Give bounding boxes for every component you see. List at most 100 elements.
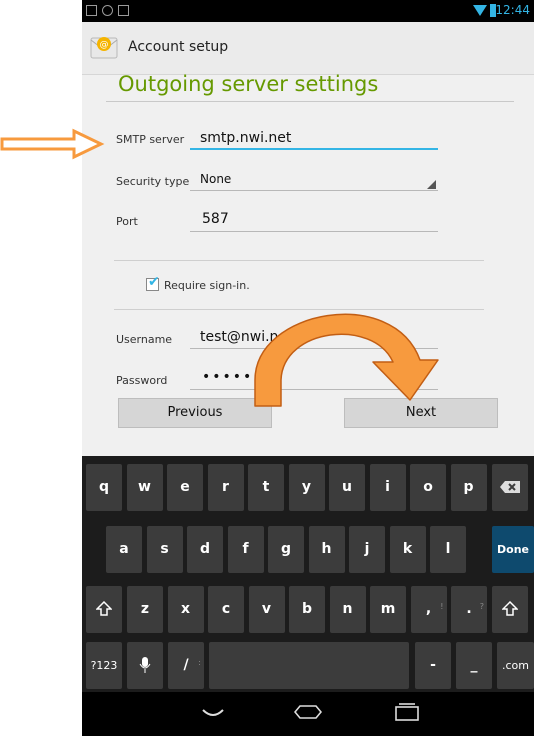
next-button[interactable]: Next [344,398,498,428]
key-alt-label: ! [440,602,444,611]
letter-key[interactable]: .? [451,586,487,633]
letter-key[interactable]: i [369,464,406,511]
page-title: Outgoing server settings [118,72,379,96]
letter-key[interactable]: n [329,586,366,633]
letter-key[interactable]: o [410,464,446,511]
shift-icon [95,600,113,616]
home-icon[interactable] [294,704,322,720]
letter-key[interactable]: h [308,526,345,573]
key-label: d [199,541,211,557]
dash-key[interactable]: - [415,642,451,689]
key-label: , [425,601,432,617]
password-underline [190,389,438,390]
voice-input-key[interactable] [127,642,163,689]
password-label: Password [116,374,168,387]
key-label: n [342,601,353,617]
letter-key[interactable]: e [167,464,203,511]
key-label: m [380,601,396,617]
key-label: g [280,541,292,557]
letter-key[interactable]: q [86,464,122,511]
username-input[interactable]: test@nwi.n [200,329,278,345]
security-type-spinner[interactable]: None [200,172,231,186]
letter-key[interactable]: y [288,464,325,511]
svg-text:@: @ [100,40,109,50]
letter-key[interactable]: a [106,526,142,573]
letter-key[interactable]: b [289,586,325,633]
key-label: f [242,541,249,557]
shift-icon [501,600,519,616]
shift-key-right[interactable] [492,586,528,633]
letter-key[interactable]: g [268,526,304,573]
section-divider [114,309,484,310]
key-label: u [342,479,352,495]
picture-notification-icon [86,5,97,16]
key-alt-label: ? [479,602,484,611]
letter-key[interactable]: l [430,526,466,573]
checkmark-icon: ✔ [148,274,160,290]
port-input[interactable]: 587 [202,211,229,227]
slash-alt-label: : [198,658,201,667]
mic-icon [139,657,151,673]
key-label: w [138,479,151,495]
key-label: s [160,541,169,557]
key-label: v [261,601,272,617]
letter-key[interactable]: z [127,586,163,633]
letter-key[interactable]: w [126,464,163,511]
key-label: p [463,479,474,495]
smtp-server-input[interactable]: smtp.nwi.net [200,130,291,146]
letter-key[interactable]: v [248,586,285,633]
key-label: e [180,479,190,495]
letter-key[interactable]: x [167,586,204,633]
require-signin-checkbox[interactable]: ✔ [146,274,160,291]
letter-key[interactable]: ,! [410,586,447,633]
smtp-server-label: SMTP server [116,133,185,146]
key-label: t [262,479,270,495]
security-type-underline [190,190,438,191]
key-label: q [98,479,110,495]
letter-key[interactable]: f [227,526,264,573]
slash-key-label: / [183,657,189,673]
username-label: Username [116,333,173,346]
letter-key[interactable]: p [450,464,487,511]
key-label: y [301,479,312,495]
letter-key[interactable]: k [389,526,426,573]
key-label: l [445,541,451,557]
letter-key[interactable]: r [207,464,244,511]
backspace-key[interactable] [492,464,528,511]
underscore-key[interactable]: _ [456,642,492,689]
tablet-screen: 12:44 @ Account setup Outgoing server se… [82,0,534,736]
smtp-server-underline [190,148,438,150]
letter-key[interactable]: d [187,526,223,573]
previous-button[interactable]: Previous [118,398,272,428]
letter-key[interactable]: u [329,464,365,511]
action-bar-title: Account setup [128,39,229,55]
security-type-label: Security type [116,175,190,188]
letter-key[interactable]: c [208,586,244,633]
space-key[interactable] [209,642,409,689]
key-label: o [423,479,433,495]
key-label: x [180,601,191,617]
email-app-icon[interactable]: @ [90,35,118,59]
recent-apps-icon[interactable] [394,702,420,722]
shift-key-left[interactable] [86,586,122,633]
letter-key[interactable]: j [349,526,385,573]
password-input[interactable]: ••••••• [202,369,274,385]
key-label: . [466,601,472,617]
letter-key[interactable]: m [370,586,406,633]
key-label: z [140,601,150,617]
port-underline [190,231,438,232]
done-key[interactable]: Done [492,526,534,573]
letter-key[interactable]: t [248,464,284,511]
back-icon[interactable] [202,708,224,718]
status-time: 12:44 [495,3,530,17]
section-divider [114,260,484,261]
status-bar: 12:44 [82,0,534,22]
key-label: j [364,541,370,557]
letter-key[interactable]: s [146,526,183,573]
title-divider [106,101,514,102]
symbols-key[interactable]: ?123 [86,642,122,689]
dotcom-key[interactable]: .com [497,642,534,689]
slash-key[interactable]: /: [168,642,204,689]
key-label: a [119,541,129,557]
download-notification-icon [118,5,129,16]
